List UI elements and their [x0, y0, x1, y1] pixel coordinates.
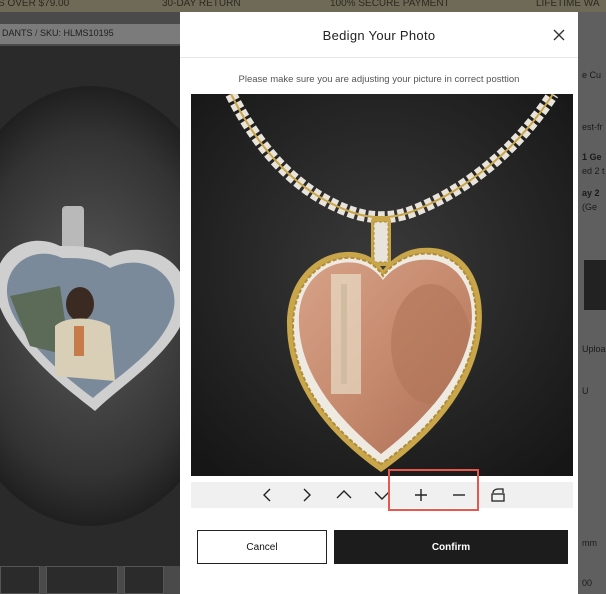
- zoom-controls-highlight: [388, 469, 479, 511]
- modal-title: Bedign Your Photo: [322, 28, 436, 43]
- promo-return: 30-DAY RETURN: [162, 0, 241, 9]
- upload-button[interactable]: U: [582, 386, 589, 396]
- detail-fragment: mm: [582, 538, 597, 548]
- detail-fragment: (Ge: [582, 202, 598, 212]
- promo-free-shipping: S OVER $79.00: [0, 0, 70, 9]
- promo-bar: S OVER $79.00 30-DAY RETURN 100% SECURE …: [0, 0, 606, 12]
- detail-fragment: 1 Ge: [582, 152, 602, 162]
- promo-secure-payment: 100% SECURE PAYMENT: [330, 0, 450, 9]
- product-details-panel: e Cu est-fr 1 Ge ed 2 t ay 2 (Ge Uploa U…: [578, 12, 606, 594]
- detail-fragment: ay 2: [582, 188, 600, 198]
- promo-lifetime: LIFETIME WA: [536, 0, 600, 9]
- thumbnail-strip: [0, 566, 200, 594]
- pendant-preview: [191, 94, 573, 476]
- close-icon: [553, 29, 565, 41]
- detail-fragment: ed 2 t: [582, 166, 605, 176]
- product-image: [0, 46, 180, 566]
- detail-fragment: est-fr: [582, 122, 603, 132]
- thumbnail[interactable]: [584, 260, 606, 310]
- confirm-button[interactable]: Confirm: [334, 530, 568, 564]
- upload-label[interactable]: Uploa: [582, 344, 606, 354]
- thumbnail[interactable]: [0, 566, 40, 594]
- move-up-button[interactable]: [334, 485, 354, 505]
- editor-toolbar: [191, 482, 573, 508]
- sku-label: SKU: HLMS10195: [40, 28, 114, 38]
- chevron-up-icon: [336, 490, 352, 499]
- move-right-button[interactable]: [296, 485, 316, 505]
- chevron-right-icon: [303, 488, 311, 502]
- bg-heart-pendant: [0, 206, 180, 411]
- breadcrumb-item[interactable]: DANTS: [2, 28, 33, 38]
- rotate-button[interactable]: [488, 485, 508, 505]
- adjust-hint: Please make sure you are adjusting your …: [238, 74, 520, 85]
- detail-fragment: 00: [582, 578, 593, 588]
- breadcrumb: DANTS / SKU: HLMS10195: [0, 24, 180, 44]
- thumbnail[interactable]: [124, 566, 164, 594]
- move-left-button[interactable]: [258, 485, 278, 505]
- design-photo-modal: Bedign Your Photo Please make sure you a…: [180, 12, 578, 594]
- cancel-button[interactable]: Cancel: [197, 530, 327, 564]
- thumbnail[interactable]: [46, 566, 118, 594]
- modal-header: Bedign Your Photo: [180, 12, 578, 58]
- chevron-left-icon: [263, 488, 271, 502]
- close-button[interactable]: [548, 24, 570, 46]
- rotate-icon: [491, 488, 505, 502]
- photo-editor-canvas[interactable]: [191, 94, 573, 476]
- product-title-fragment: e Cu: [582, 70, 602, 80]
